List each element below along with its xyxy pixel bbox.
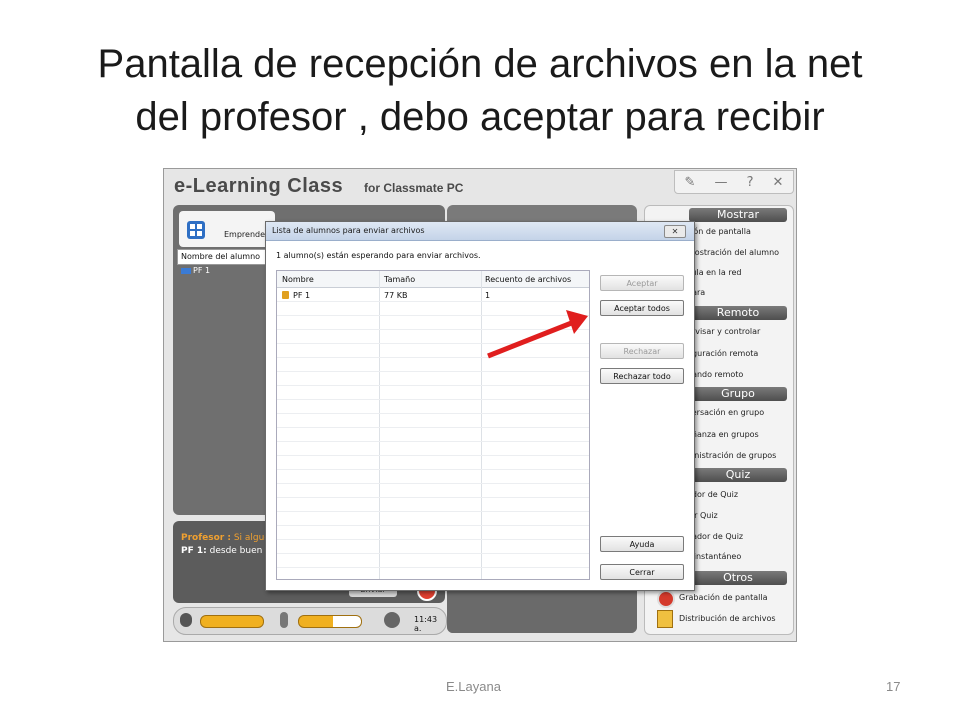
row-divider (277, 539, 589, 540)
chat-message: Profesor : Si algue (181, 533, 270, 543)
column-divider (481, 271, 482, 579)
menu-item[interactable]: mostración del alumno (687, 248, 779, 257)
chat-speaker: Profesor : (181, 533, 231, 543)
mouse-icon (180, 613, 192, 627)
row-divider (277, 329, 589, 330)
mic-volume-slider[interactable] (298, 615, 362, 628)
section-grupo: Grupo (689, 387, 787, 401)
screen-record-icon (657, 590, 675, 608)
menu-item[interactable]: Grabación de pantalla (679, 593, 767, 602)
reject-button[interactable]: Rechazar (600, 343, 684, 359)
row-divider (277, 525, 589, 526)
grid-view-icon[interactable] (187, 221, 205, 239)
student-name: PF 1 (193, 266, 211, 275)
row-divider (277, 343, 589, 344)
row-divider (277, 511, 589, 512)
row-divider (277, 357, 589, 358)
slide-title-line1: Pantalla de recepción de archivos en la … (97, 42, 863, 86)
dialog-titlebar: Lista de alumnos para enviar archivos ✕ (266, 222, 694, 241)
menu-item[interactable]: Distribución de archivos (679, 614, 776, 623)
chat-message: PF 1: desde buen (181, 546, 262, 556)
slide-title: Pantalla de recepción de archivos en la … (40, 38, 920, 144)
reject-all-button[interactable]: Rechazar todo (600, 368, 684, 384)
menu-item[interactable]: uador de Quiz (687, 532, 743, 541)
accept-button[interactable]: Aceptar (600, 275, 684, 291)
tool-icon[interactable]: ✎ (685, 175, 696, 190)
pending-files-table: Nombre Tamaño Recuento de archivos PF 1 … (276, 270, 590, 580)
table-cell-name[interactable]: PF 1 (282, 291, 310, 300)
row-divider (277, 441, 589, 442)
section-remoto: Remoto (689, 306, 787, 320)
column-header-recuento[interactable]: Recuento de archivos (485, 275, 571, 284)
app-subtitle: for Classmate PC (364, 181, 464, 195)
menu-item[interactable]: sión de pantalla (687, 227, 751, 236)
column-header-tamano[interactable]: Tamaño (384, 275, 415, 284)
minimize-icon[interactable]: — (715, 175, 728, 190)
row-divider (277, 399, 589, 400)
student-list-header[interactable]: Nombre del alumno (177, 249, 272, 265)
dialog-title: Lista de alumnos para enviar archivos (272, 226, 425, 235)
menu-item[interactable]: ervisar y controlar (687, 327, 760, 336)
table-cell-count: 1 (485, 291, 491, 300)
table-cell-size: 77 KB (384, 291, 408, 300)
row-divider (277, 301, 589, 302)
help-button[interactable]: Ayuda (600, 536, 684, 552)
computer-icon (181, 267, 191, 274)
row-divider (277, 315, 589, 316)
chat-speaker: PF 1: (181, 546, 207, 556)
menu-item[interactable]: figuración remota (687, 349, 758, 358)
menu-item[interactable]: versación en grupo (687, 408, 764, 417)
close-button[interactable]: Cerrar (600, 564, 684, 580)
row-name-text: PF 1 (293, 291, 311, 300)
menu-item[interactable]: eñanza en grupos (687, 430, 759, 439)
page-number: 17 (886, 679, 901, 694)
menu-item[interactable]: cula en la red (687, 268, 741, 277)
status-bar: 11:43 a. (173, 607, 447, 635)
row-divider (277, 497, 589, 498)
close-icon[interactable]: ✕ (773, 175, 784, 190)
volume-slider[interactable] (200, 615, 264, 628)
row-divider (277, 413, 589, 414)
row-divider (277, 455, 589, 456)
student-file-icon (282, 291, 289, 299)
row-divider (277, 371, 589, 372)
file-distribution-icon (657, 610, 673, 628)
menu-item[interactable]: ninistración de grupos (687, 451, 776, 460)
accept-all-button[interactable]: Aceptar todos (600, 300, 684, 316)
column-header-nombre[interactable]: Nombre (282, 275, 314, 284)
help-icon[interactable]: ? (747, 175, 754, 190)
student-list-item[interactable]: PF 1 (181, 266, 210, 275)
chat-text: desde buen (209, 546, 263, 556)
receive-files-dialog: Lista de alumnos para enviar archivos ✕ … (265, 221, 695, 591)
dialog-message: 1 alumno(s) están esperando para enviar … (276, 251, 481, 260)
row-divider (277, 483, 589, 484)
section-mostrar: Mostrar (689, 208, 787, 222)
footer-author: E.Layana (446, 679, 501, 694)
window-controls: ✎ — ? ✕ (674, 170, 794, 194)
clock-time: 11:43 a. (414, 615, 438, 633)
row-divider (277, 469, 589, 470)
group-selector[interactable]: Emprendedor (179, 211, 278, 247)
section-otros: Otros (689, 571, 787, 585)
row-divider (277, 427, 589, 428)
menu-item[interactable]: z instantáneo (687, 552, 741, 561)
row-divider (277, 553, 589, 554)
column-divider (379, 271, 380, 579)
microphone-icon (280, 612, 288, 628)
app-title: e-Learning Class (174, 175, 344, 197)
elearning-class-window: e-Learning Class for Classmate PC ✎ — ? … (163, 168, 797, 642)
dialog-close-button[interactable]: ✕ (664, 225, 686, 238)
section-quiz: Quiz (689, 468, 787, 482)
row-divider (277, 567, 589, 568)
slide-title-line2: del profesor , debo aceptar para recibir (135, 95, 825, 139)
menu-item[interactable]: nando remoto (687, 370, 743, 379)
clock-icon (384, 612, 400, 628)
row-divider (277, 385, 589, 386)
